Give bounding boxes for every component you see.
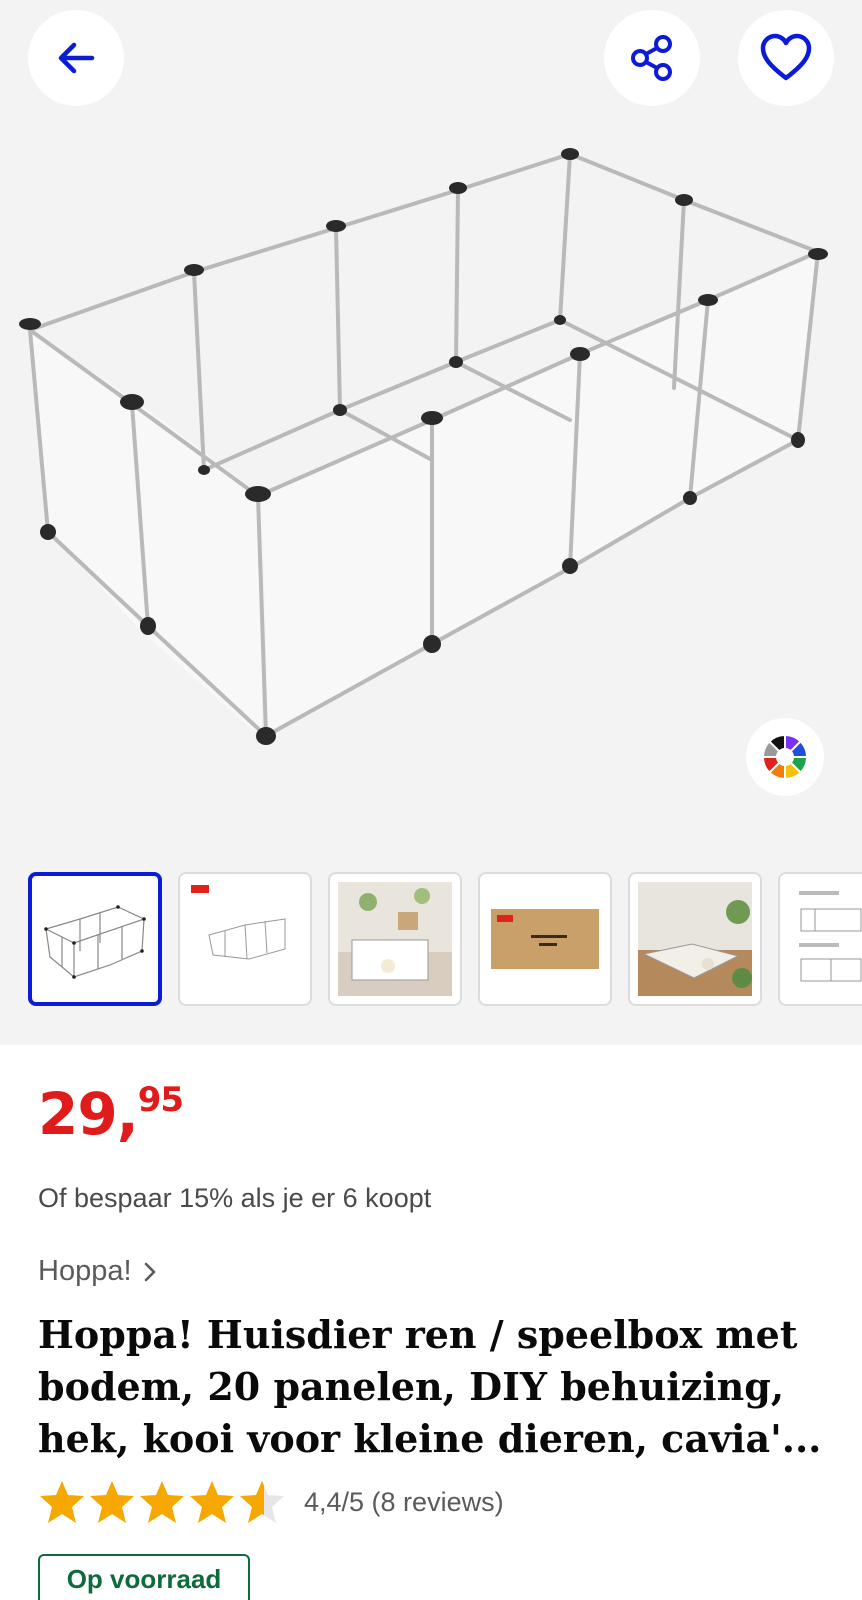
product-rating[interactable]: 4,4/5 (8 reviews) [38, 1479, 504, 1525]
share-button[interactable] [604, 10, 700, 106]
stock-badge: Op voorraad [38, 1554, 250, 1600]
arrow-left-icon [58, 42, 95, 74]
star-icon [90, 1481, 134, 1523]
share-icon [631, 35, 672, 81]
color-picker-button[interactable] [746, 718, 824, 796]
color-wheel-icon [761, 733, 809, 781]
thumbnail-3[interactable] [328, 872, 462, 1006]
rating-stars [38, 1479, 286, 1525]
heart-icon [760, 33, 812, 81]
brand-label: Hoppa! [38, 1255, 132, 1287]
product-title: Hoppa! Huisdier ren / speelbox met bodem… [38, 1312, 822, 1461]
star-icon [140, 1481, 184, 1523]
brand-link[interactable]: Hoppa! [38, 1255, 158, 1288]
star-icon [40, 1481, 84, 1523]
price-cents: 95 [137, 1080, 184, 1120]
thumbnail-6[interactable] [778, 872, 862, 1006]
bulk-deal-text: Of bespaar 15% als je er 6 koopt [38, 1183, 432, 1213]
thumbnail-strip [28, 872, 862, 1006]
chevron-right-icon [144, 1262, 155, 1281]
favorite-button[interactable] [738, 10, 834, 106]
thumbnail-1[interactable] [28, 872, 162, 1006]
rating-text: 4,4/5 (8 reviews) [304, 1486, 504, 1517]
thumbnail-2[interactable] [178, 872, 312, 1006]
product-info: 29, 95 Of bespaar 15% als je er 6 koopt … [0, 1045, 862, 1600]
star-half-icon [240, 1481, 284, 1523]
product-price: 29, 95 [38, 1080, 184, 1148]
back-button[interactable] [28, 10, 124, 106]
product-gallery [0, 0, 862, 1045]
thumbnail-4[interactable] [478, 872, 612, 1006]
product-image[interactable] [0, 120, 862, 770]
star-icon [190, 1481, 234, 1523]
price-main: 29, [38, 1080, 139, 1148]
thumbnail-5[interactable] [628, 872, 762, 1006]
